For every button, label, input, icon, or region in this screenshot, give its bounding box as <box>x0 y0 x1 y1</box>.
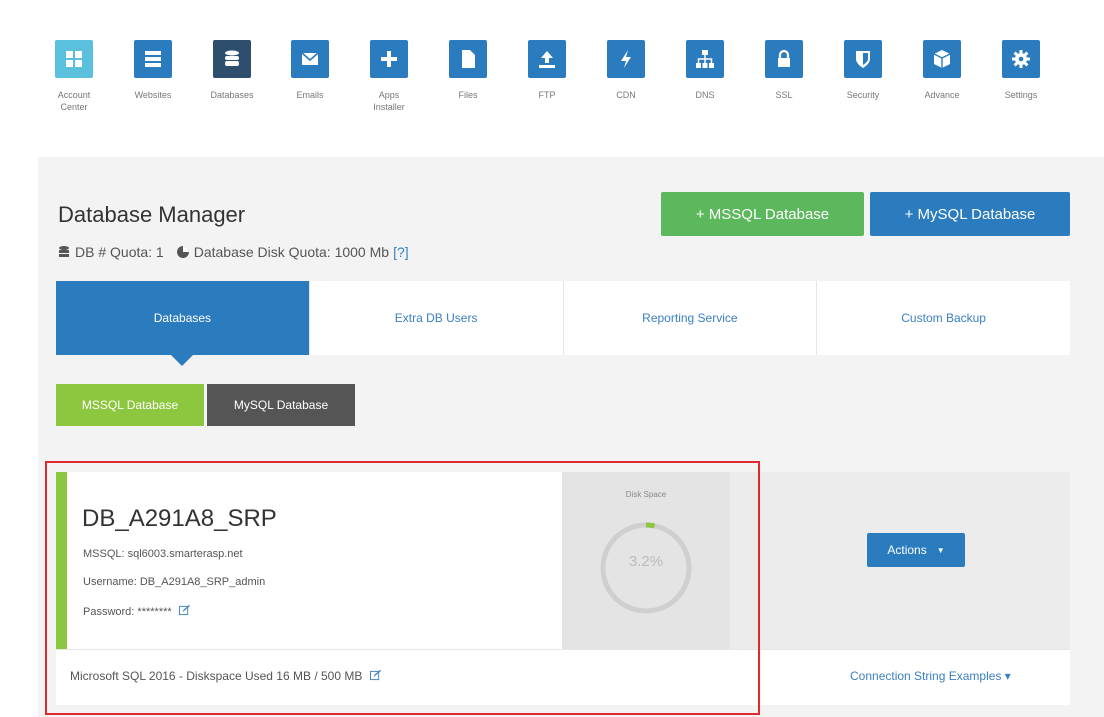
gear-icon <box>1002 40 1040 78</box>
server-icon <box>134 40 172 78</box>
pie-chart-icon <box>176 246 189 258</box>
caret-down-icon: ▼ <box>936 545 945 555</box>
nav-label: Files <box>458 90 478 100</box>
bolt-icon <box>607 40 645 78</box>
help-link[interactable]: [?] <box>393 244 409 260</box>
database-name: DB_A291A8_SRP <box>82 505 277 532</box>
database-card-info <box>56 472 562 649</box>
nav-label: SSL <box>775 90 793 100</box>
shield-icon <box>844 40 882 78</box>
nav-files[interactable]: Files <box>431 40 505 101</box>
subtab-mssql[interactable]: MSSQL Database <box>56 384 204 426</box>
database-icon <box>59 246 69 257</box>
nav-apps-installer[interactable]: Apps Installer <box>352 40 426 113</box>
nav-account-center[interactable]: Account Center <box>37 40 111 113</box>
diskspace-used: Microsoft SQL 2016 - Diskspace Used 16 M… <box>70 669 381 683</box>
file-icon <box>449 40 487 78</box>
nav-label: Databases <box>210 90 254 100</box>
grid-icon <box>55 40 93 78</box>
envelope-icon <box>291 40 329 78</box>
sitemap-icon <box>686 40 724 78</box>
page-title: Database Manager <box>58 202 246 227</box>
database-server: MSSQL: sql6003.smarterasp.net <box>83 548 243 560</box>
add-mssql-database-button[interactable]: + MSSQL Database <box>661 192 864 236</box>
nav-label: Advance <box>924 90 960 100</box>
lock-icon <box>765 40 803 78</box>
cube-icon <box>923 40 961 78</box>
nav-label: Security <box>846 90 880 100</box>
nav-security[interactable]: Security <box>826 40 900 101</box>
disk-usage-percent: 3.2% <box>628 553 664 570</box>
nav-settings[interactable]: Settings <box>984 40 1058 101</box>
tab-reporting-service[interactable]: Reporting Service <box>564 281 818 355</box>
edit-diskspace-icon[interactable] <box>369 670 381 681</box>
nav-ftp[interactable]: FTP <box>510 40 584 101</box>
tab-custom-backup[interactable]: Custom Backup <box>817 281 1070 355</box>
tab-extra-db-users[interactable]: Extra DB Users <box>310 281 564 355</box>
subtab-mysql[interactable]: MySQL Database <box>207 384 355 426</box>
plus-icon <box>370 40 408 78</box>
tab-databases[interactable]: Databases <box>56 281 310 366</box>
upload-icon <box>528 40 566 78</box>
actions-dropdown-button[interactable]: Actions ▼ <box>867 533 965 567</box>
nav-ssl[interactable]: SSL <box>747 40 821 101</box>
quota-info: DB # Quota: 1 Database Disk Quota: 1000 … <box>57 244 409 260</box>
database-password-row: Password: ******** <box>83 605 190 618</box>
nav-websites[interactable]: Websites <box>116 40 190 101</box>
nav-label: Apps Installer <box>373 90 405 112</box>
nav-label: CDN <box>616 90 636 100</box>
database-icon <box>213 40 251 78</box>
top-icon-bar: Account Center Websites Databases Emails… <box>0 0 1104 160</box>
nav-emails[interactable]: Emails <box>273 40 347 101</box>
diskspace-used-text: Microsoft SQL 2016 - Diskspace Used 16 M… <box>70 669 363 683</box>
disk-space-label: Disk Space <box>625 490 667 499</box>
edit-password-icon[interactable] <box>178 605 190 616</box>
nav-label: FTP <box>538 90 556 100</box>
database-password: Password: ******** <box>83 606 172 618</box>
disk-quota: Database Disk Quota: 1000 Mb <box>193 244 390 260</box>
connection-string-examples-link[interactable]: Connection String Examples ▾ <box>850 669 1011 683</box>
nav-dns[interactable]: DNS <box>668 40 742 101</box>
db-quota: DB # Quota: 1 <box>75 244 164 260</box>
nav-label: Settings <box>1004 90 1038 100</box>
add-mysql-database-button[interactable]: + MySQL Database <box>870 192 1070 236</box>
database-username: Username: DB_A291A8_SRP_admin <box>83 576 266 588</box>
actions-label: Actions <box>887 543 927 557</box>
nav-label: Account Center <box>57 90 91 112</box>
nav-cdn[interactable]: CDN <box>589 40 663 101</box>
nav-label: DNS <box>695 90 715 100</box>
tab-bar: Databases Extra DB Users Reporting Servi… <box>56 281 1070 366</box>
nav-label: Emails <box>296 90 324 100</box>
nav-advance[interactable]: Advance <box>905 40 979 101</box>
nav-label: Websites <box>134 90 172 100</box>
nav-databases[interactable]: Databases <box>195 40 269 101</box>
